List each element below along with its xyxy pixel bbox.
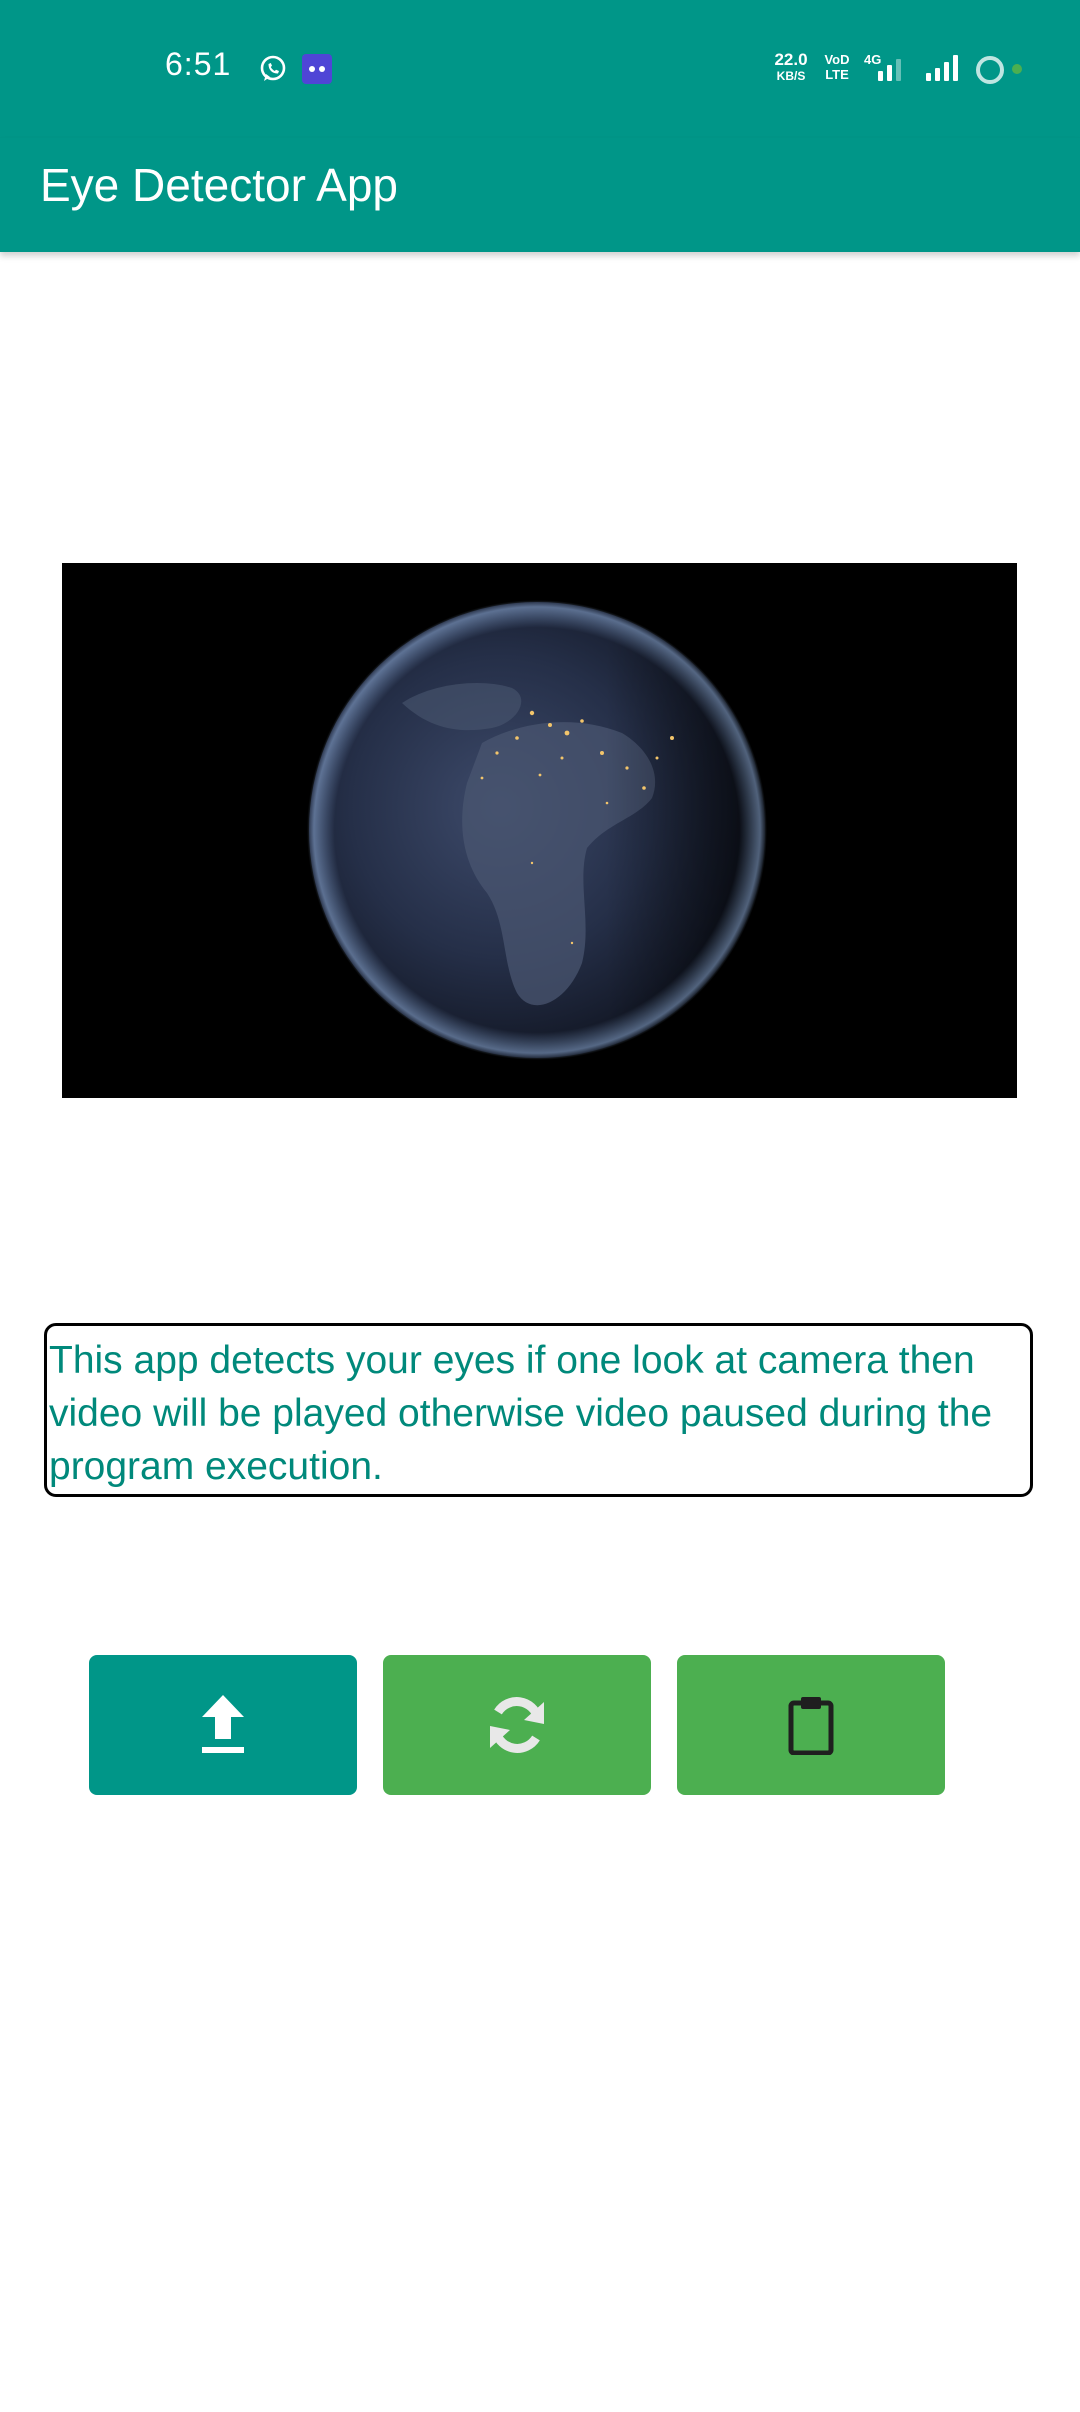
volte-bottom: LTE: [825, 67, 849, 82]
clipboard-icon: [788, 1697, 834, 1755]
ring-icon: [976, 56, 1004, 84]
refresh-icon: [490, 1697, 544, 1753]
upload-button[interactable]: [89, 1655, 357, 1795]
clipboard-button[interactable]: [677, 1655, 945, 1795]
app-title: Eye Detector App: [40, 159, 398, 211]
signal-icon: [926, 55, 958, 81]
refresh-button[interactable]: [383, 1655, 651, 1795]
status-bar: 6:51 22.0 KB/S VoD LTE 4G: [0, 0, 1080, 138]
video-player[interactable]: [62, 563, 1017, 1098]
dot-icon: [1012, 64, 1022, 74]
net-speed-value: 22.0: [774, 50, 808, 69]
volte-indicator: VoD LTE: [822, 52, 852, 82]
description-text: This app detects your eyes if one look a…: [49, 1339, 993, 1488]
description-box: This app detects your eyes if one look a…: [44, 1323, 1033, 1497]
app-bar: Eye Detector App: [0, 138, 1080, 252]
net-speed: 22.0 KB/S: [770, 50, 812, 84]
earth-video-frame: [62, 563, 1017, 1098]
upload-icon: [202, 1695, 244, 1753]
whatsapp-icon: [258, 54, 288, 84]
status-time: 6:51: [165, 46, 232, 82]
net-speed-unit: KB/S: [776, 69, 806, 83]
signal-icon: [878, 55, 901, 81]
bot-notification-icon: [302, 54, 332, 84]
volte-top: VoD: [824, 52, 850, 67]
